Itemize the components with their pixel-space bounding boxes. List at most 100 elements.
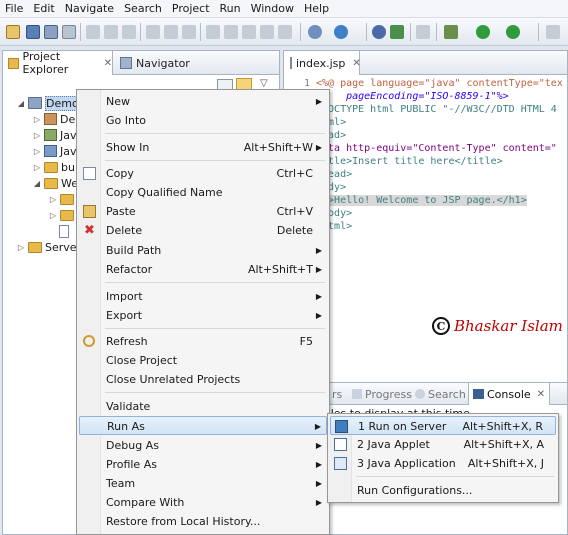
expand-icon[interactable]: ◢: [17, 99, 25, 108]
web-icon[interactable]: [334, 25, 348, 39]
debug-icon[interactable]: [444, 25, 458, 39]
menu-item-build-path[interactable]: Build Path ▶: [79, 241, 327, 260]
menu-navigate[interactable]: Navigate: [60, 0, 119, 18]
menu-item-export[interactable]: Export ▶: [79, 306, 327, 325]
print-icon[interactable]: [62, 25, 76, 39]
menu-item-copy-qualified-name[interactable]: Copy Qualified Name: [79, 183, 327, 202]
menu-item-debug-as[interactable]: Debug As ▶: [79, 436, 327, 455]
submenu-item-run-configurations[interactable]: Run Configurations...: [330, 481, 556, 500]
tree-item-javascript[interactable]: ▷ Jav: [33, 143, 77, 159]
build-icon[interactable]: [86, 25, 100, 39]
collapse-icon[interactable]: ▷: [49, 195, 57, 204]
menu-edit[interactable]: Edit: [28, 0, 59, 18]
menu-item-go-into[interactable]: Go Into: [79, 111, 327, 130]
tab-servers[interactable]: rs: [332, 383, 342, 405]
collapse-icon[interactable]: ▷: [17, 243, 25, 252]
run-icon[interactable]: [476, 25, 490, 39]
menu-project[interactable]: Project: [167, 0, 215, 18]
close-icon[interactable]: ✕: [537, 389, 545, 400]
skip-icon[interactable]: [206, 25, 220, 39]
terminate-icon[interactable]: [260, 25, 274, 39]
folder-icon: [8, 57, 19, 69]
resume-icon[interactable]: [224, 25, 238, 39]
menu-search[interactable]: Search: [119, 0, 167, 18]
menu-item-profile-as[interactable]: Profile As ▶: [79, 455, 327, 474]
expand-icon[interactable]: ◢: [33, 179, 41, 188]
menu-item-compare-with[interactable]: Compare With ▶: [79, 493, 327, 512]
new-icon[interactable]: [6, 25, 20, 39]
tab-navigator[interactable]: Navigator: [117, 51, 217, 75]
format-icon[interactable]: [122, 25, 136, 39]
tab-index-jsp[interactable]: index.jsp ✕: [284, 51, 361, 75]
menu-item-new[interactable]: New ▶: [79, 92, 327, 111]
close-icon[interactable]: ✕: [104, 58, 112, 69]
code-text: meta http-equiv="Content-Type" content=": [316, 143, 557, 154]
menu-item-delete[interactable]: ✖ Delete Delete: [79, 221, 327, 240]
console-icon: [473, 389, 484, 399]
tab-project-explorer[interactable]: Project Explorer ✕: [3, 50, 113, 76]
submenu-arrow-icon: ▶: [315, 441, 322, 450]
menu-file[interactable]: File: [0, 0, 28, 18]
collapse-icon[interactable]: ▷: [33, 131, 41, 140]
tab-search[interactable]: Search: [415, 383, 466, 405]
menu-window[interactable]: Window: [246, 0, 299, 18]
tree-item-web-inf[interactable]: ▷: [49, 207, 77, 223]
menu-run[interactable]: Run: [215, 0, 246, 18]
tree-item-deployment[interactable]: ▷ Dep: [33, 111, 82, 127]
search-icon: [415, 389, 425, 399]
tree-item-meta-inf[interactable]: ▷: [49, 191, 77, 207]
collapse-icon[interactable]: ▷: [33, 147, 41, 156]
tree-item-webcontent[interactable]: ◢ We: [33, 175, 78, 191]
open-type-icon[interactable]: [390, 25, 404, 39]
server-icon[interactable]: [308, 25, 322, 39]
tab-progress[interactable]: Progress: [352, 383, 412, 405]
menu-item-close-project[interactable]: Close Project: [79, 351, 327, 370]
menu-help[interactable]: Help: [299, 0, 334, 18]
mark-icon[interactable]: [182, 25, 196, 39]
menu-item-team[interactable]: Team ▶: [79, 474, 327, 493]
tree-item-index-jsp[interactable]: [59, 223, 72, 239]
tab-label: Console: [487, 387, 531, 401]
menu-item-restore-from-local-history[interactable]: Restore from Local History...: [79, 512, 327, 531]
collapse-icon[interactable]: ▷: [33, 115, 41, 124]
menu-item-copy[interactable]: Copy Ctrl+C: [79, 164, 327, 183]
pen-icon[interactable]: [416, 25, 430, 39]
paste-icon: [83, 205, 96, 218]
run-as-submenu: 1 Run on Server Alt+Shift+X, R 2 Java Ap…: [327, 413, 559, 503]
submenu-item-java-application[interactable]: 3 Java Application Alt+Shift+X, J: [330, 454, 556, 473]
step-icon[interactable]: [278, 25, 292, 39]
tab-console[interactable]: Console ✕: [468, 383, 551, 405]
menu-item-validate[interactable]: Validate: [79, 397, 327, 416]
clean-icon[interactable]: [104, 25, 118, 39]
menu-label: Delete: [106, 224, 143, 237]
globe-icon[interactable]: [372, 25, 386, 39]
menu-bar: File Edit Navigate Search Project Run Wi…: [0, 0, 568, 18]
menu-label: Restore from Local History...: [106, 515, 261, 528]
menu-item-run-as[interactable]: Run As ▶: [79, 416, 327, 435]
menu-item-refactor[interactable]: Refactor Alt+Shift+T ▶: [79, 260, 327, 279]
menu-item-paste[interactable]: Paste Ctrl+V: [79, 202, 327, 221]
submenu-item-java-applet[interactable]: 2 Java Applet Alt+Shift+X, A: [330, 435, 556, 454]
code-text: title>Insert title here</title>: [316, 156, 503, 167]
suspend-icon[interactable]: [242, 25, 256, 39]
save-all-icon[interactable]: [44, 25, 58, 39]
menu-label: 2 Java Applet: [357, 438, 430, 451]
submenu-item-run-on-server[interactable]: 1 Run on Server Alt+Shift+X, R: [330, 416, 556, 435]
collapse-icon[interactable]: ▷: [49, 211, 57, 220]
run-external-icon[interactable]: [506, 25, 520, 39]
tree-item-java-resources[interactable]: ▷ Jav: [33, 127, 77, 143]
collapse-icon[interactable]: ▷: [33, 163, 41, 172]
menu-item-close-unrelated-projects[interactable]: Close Unrelated Projects: [79, 370, 327, 389]
submenu-arrow-icon: ▶: [315, 479, 322, 488]
save-icon[interactable]: [26, 25, 40, 39]
file-icon: [59, 224, 69, 238]
close-icon[interactable]: ✕: [352, 58, 360, 69]
tree-item-build[interactable]: ▷ buil: [33, 159, 81, 175]
search-toolbar-icon[interactable]: [546, 25, 560, 39]
toggle-icon[interactable]: [146, 25, 160, 39]
menu-item-import[interactable]: Import ▶: [79, 287, 327, 306]
folder-icon: [44, 177, 58, 189]
comment-icon[interactable]: [164, 25, 178, 39]
menu-item-show-in[interactable]: Show In Alt+Shift+W ▶: [79, 138, 327, 157]
menu-item-refresh[interactable]: Refresh F5: [79, 332, 327, 351]
